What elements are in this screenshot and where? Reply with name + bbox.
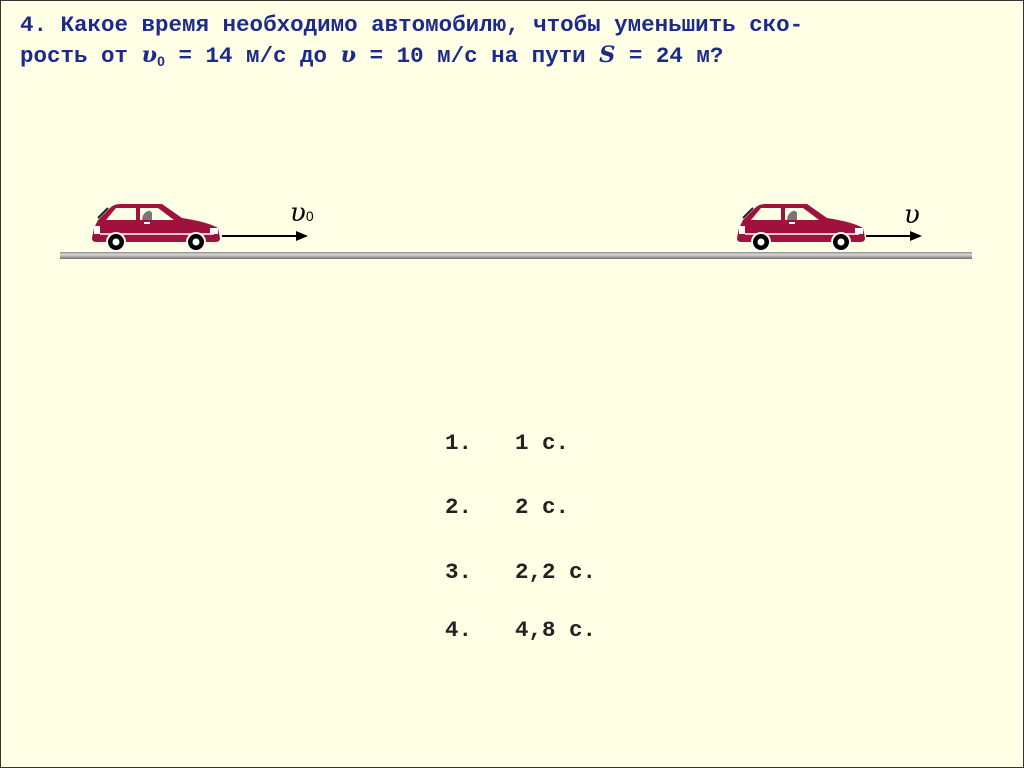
answer-text: 4,8 с.: [515, 617, 597, 643]
car-right-icon: [737, 204, 865, 252]
v0-symbol: υ: [290, 198, 306, 228]
text-fragment: = 14 м/с до: [164, 43, 341, 69]
question-line-2: рость от υ0 = 14 м/с до υ = 10 м/с на пу…: [20, 42, 724, 69]
answer-text: 2,2 с.: [515, 559, 597, 585]
distance-symbol: S: [599, 42, 616, 68]
v0-symbol: υ: [141, 42, 158, 68]
velocity-label-left: υ0: [290, 198, 314, 228]
text-fragment: рость от: [20, 43, 142, 69]
v0-subscript: 0: [157, 53, 165, 69]
answer-number: 3.: [445, 559, 473, 585]
slide-frame: [0, 0, 1024, 768]
velocity-label-right: υ: [904, 200, 920, 230]
answer-number: 1.: [445, 430, 473, 456]
answer-option[interactable]: 2. 2 с.: [445, 494, 569, 520]
answer-option[interactable]: 3. 2,2 с.: [445, 559, 596, 585]
velocity-arrow-right: [866, 231, 922, 241]
answer-text: 1 с.: [515, 430, 570, 456]
answer-option[interactable]: 1. 1 с.: [445, 430, 569, 456]
v0-subscript: 0: [305, 208, 314, 224]
text-fragment: = 10 м/с на пути: [356, 43, 600, 69]
answer-number: 4.: [445, 617, 473, 643]
question-text: 4. Какое время необходимо автомобилю, чт…: [20, 10, 1010, 76]
final-velocity-symbol: υ: [340, 42, 357, 68]
car-left-icon: [92, 204, 220, 252]
answer-text: 2 с.: [515, 494, 570, 520]
text-fragment: = 24 м?: [615, 43, 724, 69]
road: [60, 252, 972, 259]
question-line-1: Какое время необходимо автомобилю, чтобы…: [60, 12, 804, 38]
initial-velocity-symbol: υ0: [141, 42, 165, 69]
velocity-arrow-left: [222, 231, 308, 241]
answer-number: 2.: [445, 494, 473, 520]
question-number: 4.: [20, 12, 48, 38]
answer-option[interactable]: 4. 4,8 с.: [445, 617, 596, 643]
